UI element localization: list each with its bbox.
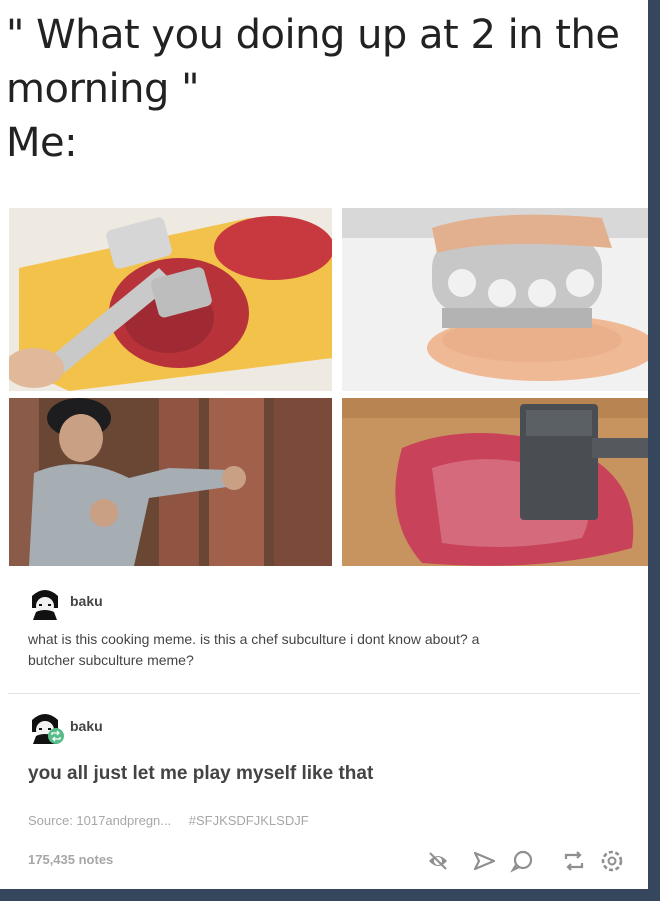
knuckle-tenderizer-chicken-photo xyxy=(342,208,648,391)
post-text-line-1: what is this cooking meme. is this a che… xyxy=(28,631,480,647)
share-icon[interactable] xyxy=(470,847,498,875)
meme-caption: " What you doing up at 2 in the morning … xyxy=(6,8,626,170)
source-link[interactable]: Source: 1017andpregn... xyxy=(28,813,171,828)
reblog-icon[interactable] xyxy=(560,847,588,875)
avatar[interactable] xyxy=(28,586,62,620)
mallet-on-steak-photo xyxy=(342,398,648,566)
settings-icon[interactable] xyxy=(598,847,626,875)
post-text: what is this cooking meme. is this a che… xyxy=(28,629,479,671)
divider xyxy=(8,693,640,694)
notes-count[interactable]: 175,435 notes xyxy=(28,852,113,867)
reblog-badge-icon xyxy=(48,728,64,744)
source-row: Source: 1017andpregn... #SFJKSDFJKLSDJF xyxy=(28,813,323,828)
post-card: " What you doing up at 2 in the morning … xyxy=(0,0,648,889)
post-text-line-2: butcher subculture meme? xyxy=(28,652,194,668)
post-username[interactable]: baku xyxy=(70,593,103,609)
meme-line-2: morning " xyxy=(6,66,200,112)
post-text: you all just let me play myself like tha… xyxy=(28,763,374,784)
meat-tenderizer-cutting-board-photo xyxy=(9,208,332,391)
post-tag[interactable]: #SFJKSDFJKLSDJF xyxy=(189,813,309,828)
reply-icon[interactable] xyxy=(508,847,536,875)
meme-line-3: Me: xyxy=(6,120,78,166)
post-username[interactable]: baku xyxy=(70,718,103,734)
boxer-punching-meat-photo xyxy=(9,398,332,566)
view-icon[interactable] xyxy=(424,847,452,875)
meme-line-1: " What you doing up at 2 in the xyxy=(6,12,620,58)
